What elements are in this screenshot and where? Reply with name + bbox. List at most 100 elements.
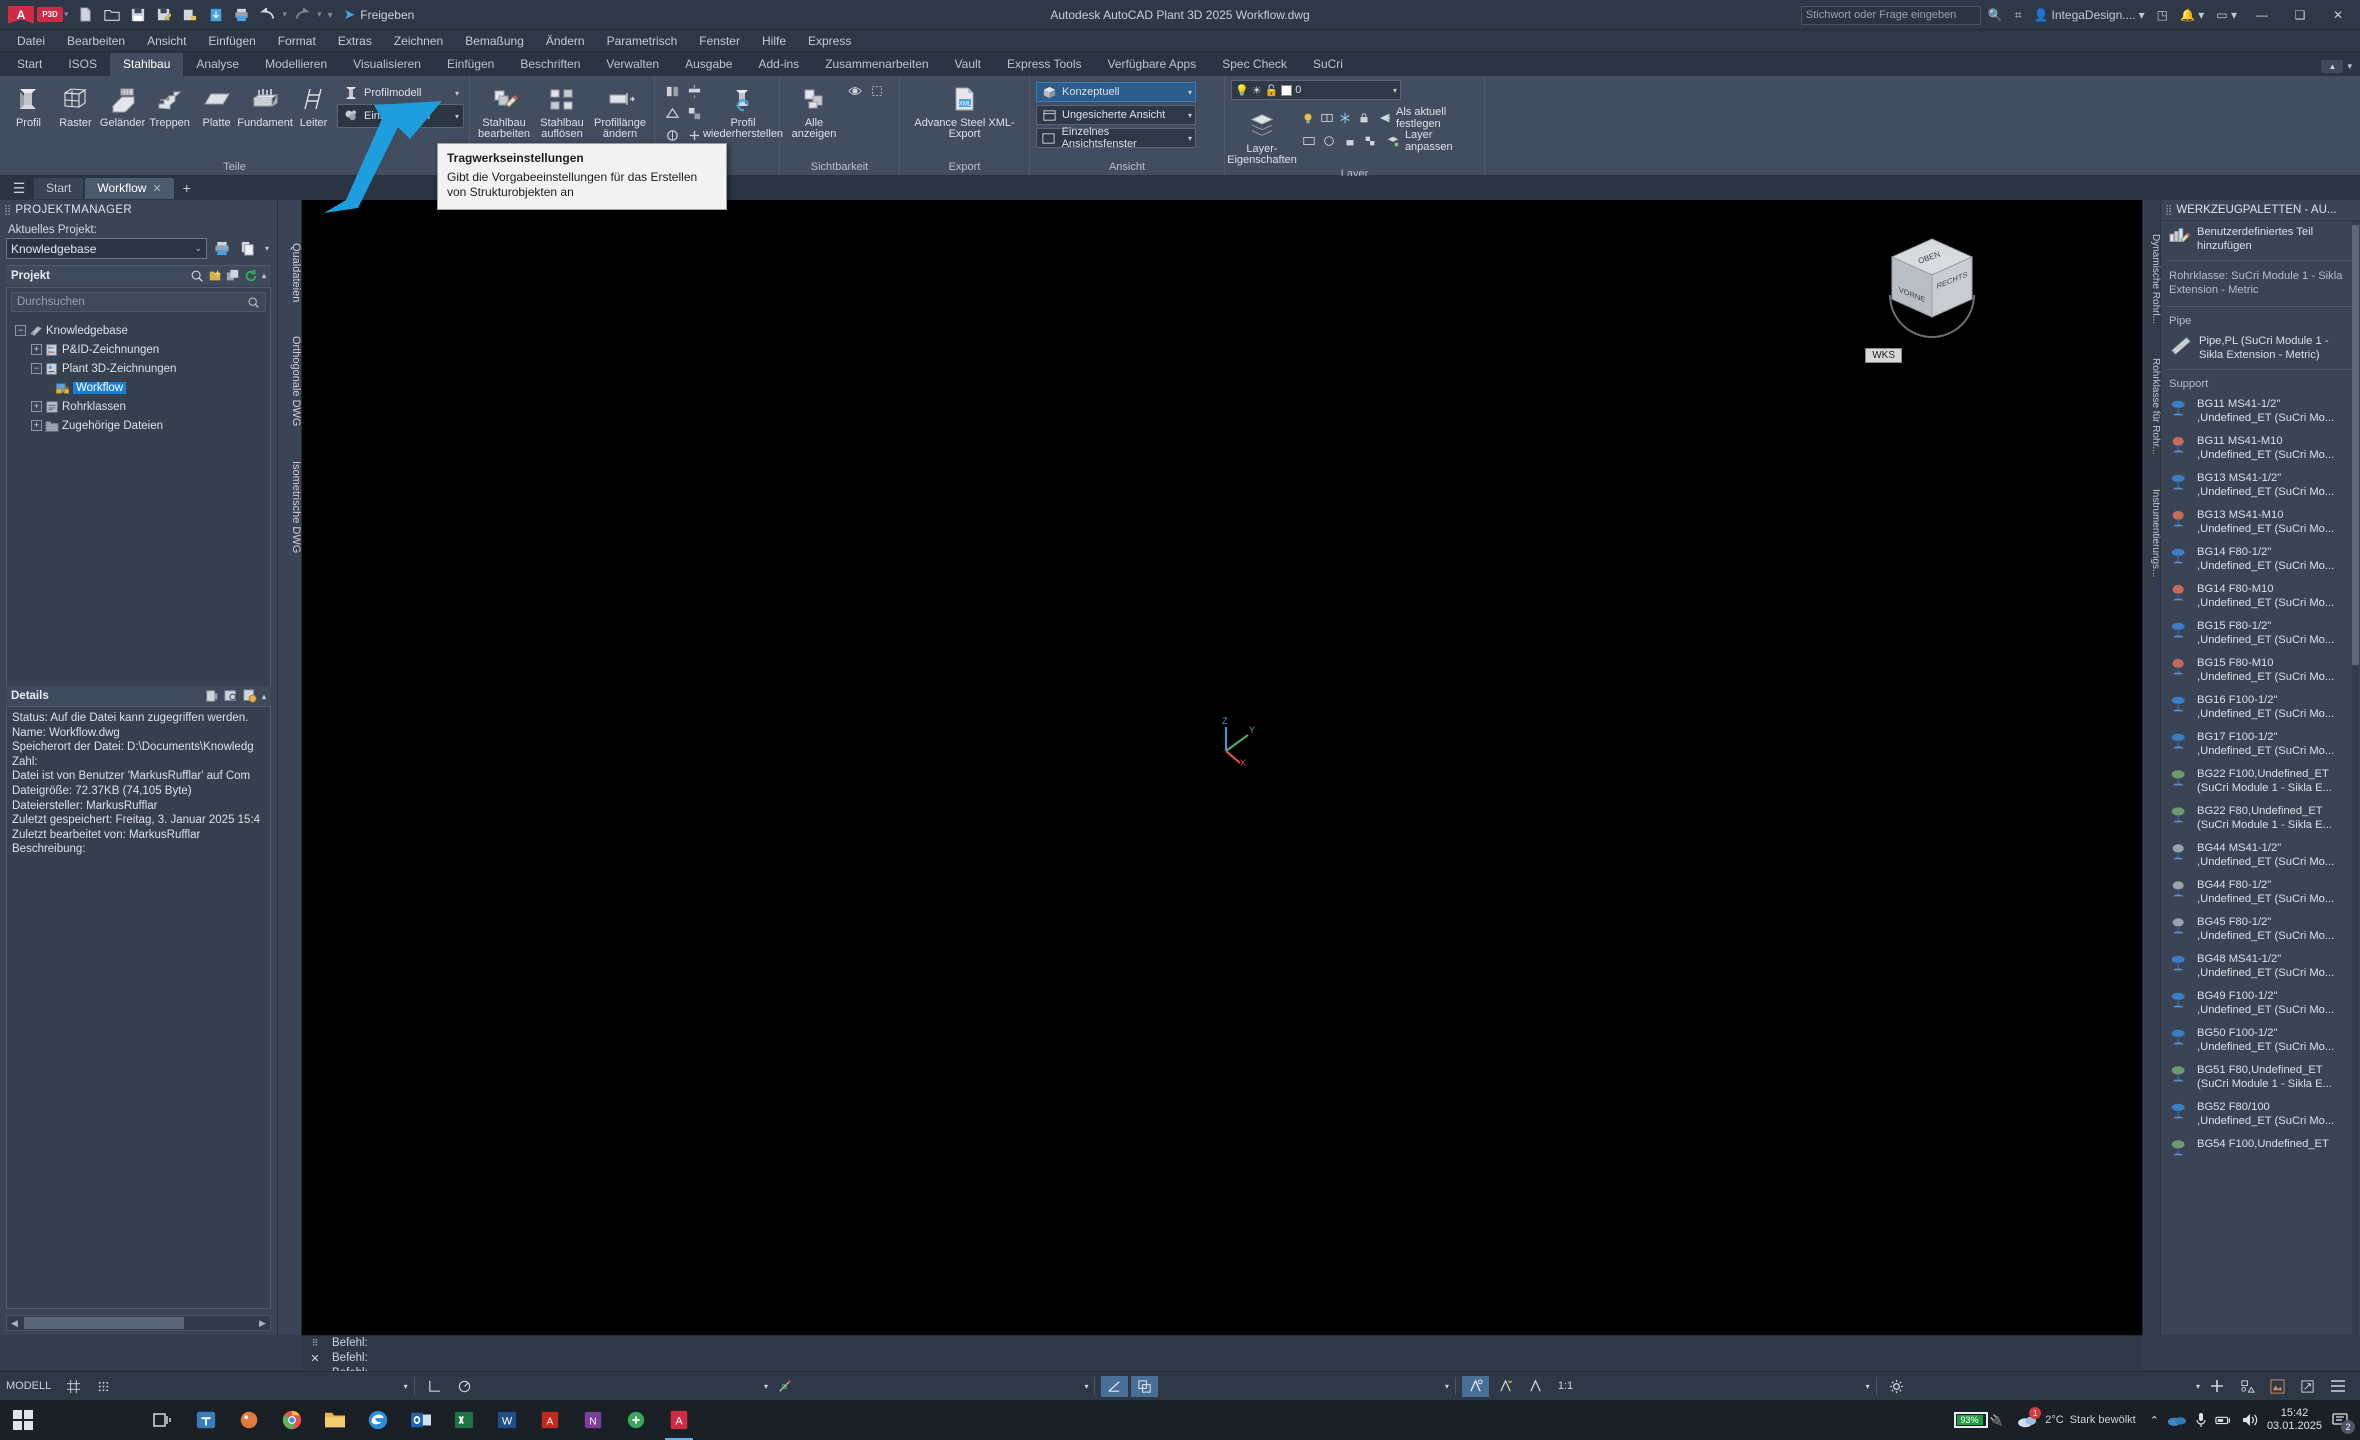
network-icon[interactable] (2215, 1413, 2233, 1427)
chevron-down-icon[interactable]: ▾ (1188, 88, 1192, 97)
scrollbar-thumb[interactable] (2352, 225, 2359, 665)
menu-extras[interactable]: Extras (327, 32, 383, 50)
profillaenge-aendern-button[interactable]: Profillänge ändern (592, 80, 648, 140)
maximize-button[interactable]: ❑ (2282, 0, 2318, 30)
search-icon[interactable] (247, 296, 260, 309)
app-icon-edge[interactable] (357, 1400, 399, 1440)
task-view-icon[interactable] (142, 1400, 184, 1440)
chevron-down-icon[interactable]: ⌄ (194, 243, 202, 254)
new-document-button[interactable]: + (176, 178, 198, 198)
palette-item-support[interactable]: BG50 F100-1/2" ,Undefined_ET (SuCri Mo..… (2161, 1022, 2360, 1059)
menu-hilfe[interactable]: Hilfe (751, 32, 797, 50)
profil-wiederherstellen-button[interactable]: Profil wiederherstellen (703, 80, 783, 140)
app-icon-file-explorer[interactable] (314, 1400, 356, 1440)
grid-icon[interactable] (60, 1376, 87, 1397)
command-close-icon[interactable]: ✕ (310, 1352, 319, 1365)
ribbon-minimize-caret-icon[interactable]: ▾ (2347, 61, 2352, 72)
tool-icon-3[interactable] (661, 102, 683, 124)
profilmodell-button[interactable]: Profilmodell ▾ (338, 82, 463, 104)
palette-tab-instrumentierungs[interactable]: Instrumentierungs... (2143, 479, 2161, 587)
dock-tab-orthogonale-dwg[interactable]: Orthogonale DWG (278, 328, 302, 434)
layer-off-icon[interactable] (1299, 107, 1317, 129)
annotation-scale-change-icon[interactable] (1522, 1376, 1549, 1397)
expander-minus-icon[interactable]: − (15, 325, 26, 336)
menu-parametrisch[interactable]: Parametrisch (596, 32, 689, 50)
tree-node-pid[interactable]: + P&ID-Zeichnungen (11, 340, 266, 359)
scrollbar-thumb[interactable] (24, 1317, 184, 1329)
ribbon-tab-verwalten[interactable]: Verwalten (593, 53, 672, 76)
app-icon-outlook[interactable] (400, 1400, 442, 1440)
redo-icon[interactable] (290, 3, 314, 27)
scale-dropdown-icon[interactable]: ▾ (1866, 1382, 1870, 1391)
ribbon-tab-spec-check[interactable]: Spec Check (1209, 53, 1300, 76)
palette-add-custom-part[interactable]: Benutzerdefiniertes Teil hinzufügen (2161, 221, 2360, 258)
lineweight-icon[interactable] (1101, 1375, 1129, 1397)
menu-einfuegen[interactable]: Einfügen (197, 32, 266, 50)
palette-item-support[interactable]: BG49 F100-1/2" ,Undefined_ET (SuCri Mo..… (2161, 985, 2360, 1022)
dock-tab-qualdateien[interactable]: Qualdateien (278, 235, 302, 310)
search-icon[interactable]: 🔍 (1983, 8, 2008, 22)
hardware-acceleration-icon[interactable] (2203, 1375, 2231, 1397)
app-icon-onenote[interactable]: N (572, 1400, 614, 1440)
menu-datei[interactable]: Datei (6, 32, 56, 50)
palette-item-support[interactable]: BG48 MS41-1/2" ,Undefined_ET (SuCri Mo..… (2161, 948, 2360, 985)
palette-item-support[interactable]: BG52 F80/100 ,Undefined_ET (SuCri Mo... (2161, 1096, 2360, 1133)
close-button[interactable]: ✕ (2320, 0, 2356, 30)
document-menu-icon[interactable]: ☰ (6, 178, 32, 198)
collapse-icon[interactable]: ▴ (262, 692, 266, 701)
autoscale-annotation-icon[interactable] (1492, 1376, 1519, 1397)
app-icon-autocad[interactable]: A (658, 1400, 700, 1440)
layer-eigenschaften-button[interactable]: Layer-Eigenschaften (1227, 106, 1297, 166)
expander-minus-icon[interactable]: − (31, 363, 42, 374)
visibility-tool-icon-2[interactable] (866, 80, 888, 102)
object-snap-icon[interactable] (771, 1376, 798, 1397)
clean-screen-icon[interactable] (2294, 1376, 2321, 1397)
layer-anpassen-button[interactable]: Layer anpassen (1381, 129, 1478, 153)
menu-aendern[interactable]: Ändern (535, 32, 596, 50)
search-input[interactable]: Stichwort oder Frage eingeben (1800, 5, 1981, 25)
file-info-icon[interactable] (243, 689, 257, 703)
tree-node-zugehoerige-dateien[interactable]: + Zugehörige Dateien (11, 416, 266, 435)
ribbon-tab-start[interactable]: Start (4, 53, 55, 76)
save-as-icon[interactable] (152, 3, 176, 27)
autocad-logo-icon[interactable]: A (8, 5, 34, 24)
treppen-button[interactable]: Treppen (147, 80, 192, 129)
palette-item-support[interactable]: BG14 F80-1/2" ,Undefined_ET (SuCri Mo... (2161, 541, 2360, 578)
expander-plus-icon[interactable]: + (31, 344, 42, 355)
tool-icon-4[interactable] (683, 102, 705, 124)
ribbon-tab-visualisieren[interactable]: Visualisieren (340, 53, 434, 76)
palette-item-support[interactable]: BG15 F80-M10 ,Undefined_ET (SuCri Mo... (2161, 652, 2360, 689)
help-globe-icon[interactable]: ⌗ (2010, 8, 2027, 23)
copy-drawing-icon[interactable] (226, 269, 240, 283)
chevron-down-icon[interactable]: ▾ (1188, 134, 1192, 143)
layer-lock2-icon[interactable] (1355, 107, 1373, 129)
project-search-input[interactable]: Durchsuchen (11, 292, 266, 312)
viewport-combo[interactable]: Einzelnes Ansichtsfenster ▾ (1036, 126, 1196, 150)
drag-handle-icon[interactable]: ⣿ (4, 205, 11, 216)
ribbon-tab-einfuegen[interactable]: Einfügen (434, 53, 507, 76)
palette-item-support[interactable]: BG13 MS41-M10 ,Undefined_ET (SuCri Mo... (2161, 504, 2360, 541)
new-drawing-icon[interactable] (208, 269, 222, 283)
layer-freeze-icon[interactable]: ☀ (1252, 84, 1262, 97)
menu-format[interactable]: Format (267, 32, 327, 50)
advance-steel-xml-export-button[interactable]: XML Advance Steel XML-Export (910, 80, 1020, 140)
chevron-down-icon[interactable]: ▾ (455, 89, 459, 98)
undo-dropdown-icon[interactable]: ▾ (282, 9, 289, 20)
polar-tracking-icon[interactable] (451, 1376, 478, 1397)
account-menu[interactable]: 👤 IntegaDesign.... ▾ (2029, 8, 2150, 22)
print-icon[interactable] (230, 3, 254, 27)
logo-dropdown-icon[interactable]: ▾ (63, 9, 70, 20)
leiter-button[interactable]: Leiter (291, 80, 336, 129)
project-select[interactable]: Knowledgebase ⌄ (6, 238, 207, 259)
ribbon-tab-addins[interactable]: Add-ins (745, 53, 812, 76)
ribbon-tab-beschriften[interactable]: Beschriften (507, 53, 593, 76)
ribbon-tab-vault[interactable]: Vault (942, 53, 994, 76)
save-icon[interactable] (126, 3, 150, 27)
redo-dropdown-icon[interactable]: ▾ (316, 9, 323, 20)
palette-item-support[interactable]: BG11 MS41-M10 ,Undefined_ET (SuCri Mo... (2161, 430, 2360, 467)
osnap-dropdown-icon[interactable]: ▾ (1084, 1382, 1088, 1391)
tree-node-workflow[interactable]: Workflow (11, 378, 266, 397)
drag-handle-icon[interactable]: ⣿ (2165, 205, 2172, 216)
onedrive-icon[interactable] (2167, 1413, 2187, 1427)
ribbon-tab-ausgabe[interactable]: Ausgabe (672, 53, 745, 76)
